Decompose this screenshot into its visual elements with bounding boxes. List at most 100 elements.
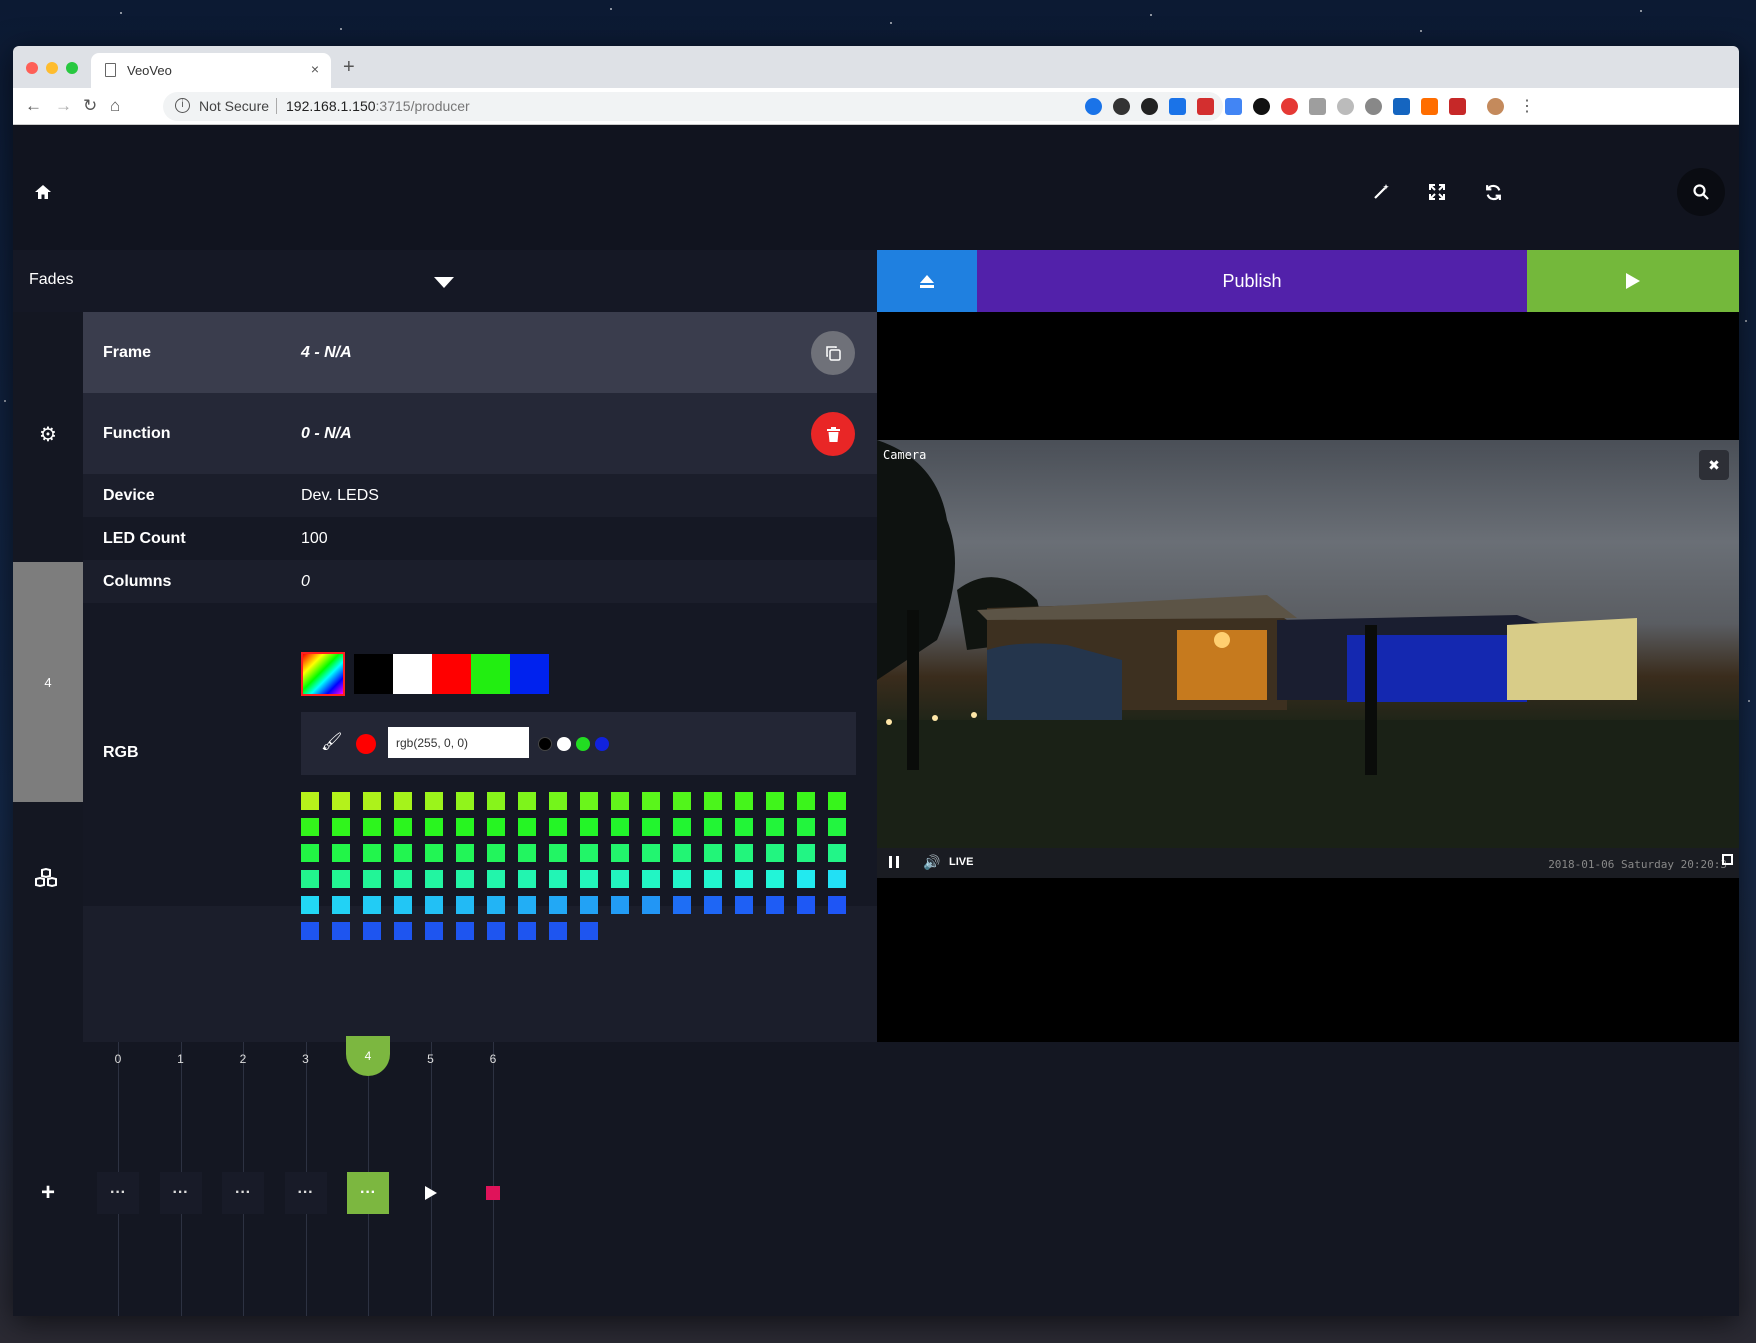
- paint-brush-icon[interactable]: 🖌: [321, 732, 343, 752]
- led-cell[interactable]: [704, 870, 722, 888]
- extension-icon[interactable]: [1113, 98, 1130, 115]
- led-cell[interactable]: [363, 870, 381, 888]
- led-cell[interactable]: [797, 844, 815, 862]
- led-cell[interactable]: [425, 896, 443, 914]
- extension-icon[interactable]: [1337, 98, 1354, 115]
- led-cell[interactable]: [704, 896, 722, 914]
- recent-color-dot[interactable]: [538, 737, 552, 751]
- fullscreen-video-icon[interactable]: [1722, 854, 1733, 865]
- info-icon[interactable]: i: [175, 98, 190, 113]
- home-page-icon[interactable]: ⌂: [110, 96, 120, 116]
- led-cell[interactable]: [332, 870, 350, 888]
- tab-close-icon[interactable]: ×: [311, 61, 319, 77]
- led-cell[interactable]: [363, 922, 381, 940]
- led-cell[interactable]: [704, 818, 722, 836]
- reload-icon[interactable]: ↻: [83, 96, 97, 116]
- extension-icon[interactable]: [1225, 98, 1242, 115]
- pause-icon[interactable]: [889, 856, 899, 868]
- refresh-icon[interactable]: [1469, 168, 1517, 216]
- extension-icon[interactable]: [1281, 98, 1298, 115]
- led-cell[interactable]: [518, 870, 536, 888]
- led-cell[interactable]: [673, 818, 691, 836]
- extension-icon[interactable]: [1253, 98, 1270, 115]
- led-cell[interactable]: [487, 818, 505, 836]
- led-cell[interactable]: [735, 870, 753, 888]
- add-frame-button[interactable]: +: [33, 1172, 63, 1214]
- rainbow-swatch[interactable]: [301, 652, 345, 696]
- delete-button[interactable]: [811, 412, 855, 456]
- led-cell[interactable]: [363, 844, 381, 862]
- extension-icon[interactable]: [1169, 98, 1186, 115]
- led-cell[interactable]: [518, 818, 536, 836]
- led-cell[interactable]: [394, 870, 412, 888]
- led-cell[interactable]: [301, 870, 319, 888]
- effect-select[interactable]: Fades: [13, 250, 877, 312]
- led-cell[interactable]: [332, 896, 350, 914]
- play-button[interactable]: [1527, 250, 1739, 312]
- recent-color-dot[interactable]: [557, 737, 571, 751]
- led-cell[interactable]: [735, 844, 753, 862]
- current-color-dot[interactable]: [356, 734, 376, 754]
- led-cell[interactable]: [332, 818, 350, 836]
- copy-button[interactable]: [811, 331, 855, 375]
- fullscreen-icon[interactable]: [1413, 168, 1461, 216]
- led-cell[interactable]: [642, 844, 660, 862]
- browser-tab[interactable]: VeoVeo ×: [91, 53, 331, 88]
- led-cell[interactable]: [518, 896, 536, 914]
- led-cell[interactable]: [580, 818, 598, 836]
- menu-icon[interactable]: ⋮: [1519, 96, 1535, 116]
- led-cell[interactable]: [735, 818, 753, 836]
- led-cell[interactable]: [456, 844, 474, 862]
- extension-icon[interactable]: [1393, 98, 1410, 115]
- timeline-frame-number[interactable]: 5: [411, 1052, 451, 1066]
- led-cell[interactable]: [518, 792, 536, 810]
- led-cell[interactable]: [611, 818, 629, 836]
- led-cell[interactable]: [301, 844, 319, 862]
- led-cell[interactable]: [828, 792, 846, 810]
- close-icon[interactable]: ✖: [1699, 450, 1729, 480]
- led-cell[interactable]: [673, 896, 691, 914]
- extension-icon[interactable]: [1197, 98, 1214, 115]
- led-cell[interactable]: [797, 896, 815, 914]
- settings-icon[interactable]: ⚙: [36, 422, 60, 446]
- led-cell[interactable]: [611, 896, 629, 914]
- led-cell[interactable]: [642, 870, 660, 888]
- volume-icon[interactable]: 🔊: [923, 854, 940, 871]
- led-cell[interactable]: [394, 818, 412, 836]
- led-cell[interactable]: [673, 870, 691, 888]
- address-bar[interactable]: i Not Secure 192.168.1.150:3715/producer…: [163, 92, 1223, 121]
- led-cell[interactable]: [487, 922, 505, 940]
- publish-button[interactable]: Publish: [977, 250, 1527, 312]
- frame-menu-button[interactable]: ···: [97, 1172, 139, 1214]
- profile-avatar[interactable]: [1487, 98, 1504, 115]
- led-cell[interactable]: [394, 922, 412, 940]
- led-cell[interactable]: [580, 870, 598, 888]
- led-cell[interactable]: [549, 922, 567, 940]
- led-cell[interactable]: [549, 818, 567, 836]
- cubes-icon[interactable]: [34, 867, 62, 892]
- close-window-button[interactable]: [26, 62, 38, 74]
- led-cell[interactable]: [425, 818, 443, 836]
- led-cell[interactable]: [828, 818, 846, 836]
- led-cell[interactable]: [456, 896, 474, 914]
- extension-icon[interactable]: [1449, 98, 1466, 115]
- minimize-window-button[interactable]: [46, 62, 58, 74]
- led-cell[interactable]: [766, 792, 784, 810]
- frame-menu-button[interactable]: ···: [159, 1172, 202, 1214]
- led-cell[interactable]: [580, 896, 598, 914]
- led-cell[interactable]: [580, 922, 598, 940]
- led-cell[interactable]: [487, 792, 505, 810]
- led-cell[interactable]: [487, 896, 505, 914]
- led-cell[interactable]: [766, 896, 784, 914]
- led-cell[interactable]: [611, 792, 629, 810]
- extension-icon[interactable]: [1141, 98, 1158, 115]
- stop-icon[interactable]: [472, 1172, 514, 1214]
- led-cell[interactable]: [332, 844, 350, 862]
- led-cell[interactable]: [425, 792, 443, 810]
- led-cell[interactable]: [518, 844, 536, 862]
- timeline-frame-number[interactable]: 4: [346, 1036, 390, 1076]
- new-tab-button[interactable]: +: [343, 56, 355, 79]
- led-cell[interactable]: [797, 792, 815, 810]
- led-cell[interactable]: [332, 792, 350, 810]
- led-cell[interactable]: [394, 896, 412, 914]
